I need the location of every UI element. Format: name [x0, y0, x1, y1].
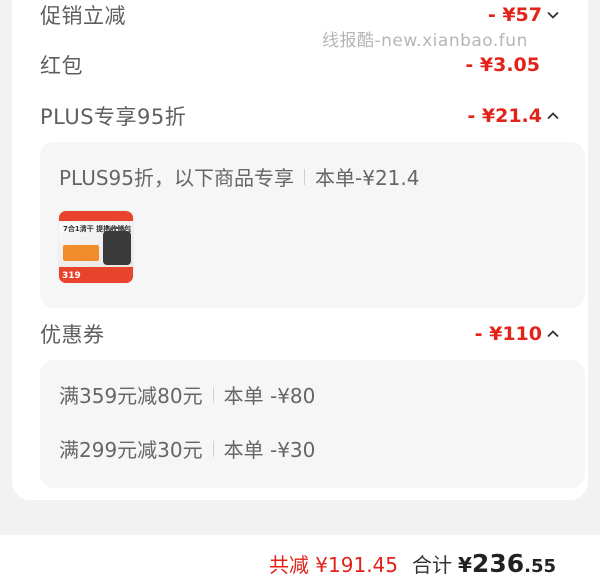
chevron-up-icon[interactable]	[546, 109, 560, 123]
plus-panel: PLUS95折，以下商品专享 本单-¥21.4 7合1清干 提携收储包 319	[40, 142, 585, 308]
total-label: 合计	[412, 553, 452, 577]
plus-panel-line: PLUS95折，以下商品专享 本单-¥21.4	[59, 162, 419, 191]
redpacket-label: 红包	[40, 54, 83, 78]
chevron-up-icon[interactable]	[546, 327, 560, 341]
promo-label: 促销立减	[40, 4, 126, 28]
coupon-saving: 本单 -¥80	[223, 384, 316, 408]
divider	[212, 386, 214, 403]
divider	[304, 168, 305, 185]
coupon-label: 优惠券	[40, 323, 105, 347]
coupon-panel: 满359元减80元 本单 -¥80 满299元减30元 本单 -¥30	[40, 360, 585, 488]
coupon-rule: 满359元减80元	[59, 384, 203, 408]
total-currency: ¥	[458, 553, 472, 577]
total-summary: 共减 ¥191.45 合计 ¥ 236 .55	[269, 549, 556, 578]
coupon-item[interactable]: 满359元减80元 本单 -¥80	[59, 380, 315, 409]
discount-card: 促销立减 - ¥57 红包 - ¥3.05 线报酷-new.xianbao.fu…	[12, 0, 588, 500]
plus-label: PLUS专享95折	[40, 105, 187, 129]
redpacket-amount: - ¥3.05	[465, 54, 540, 76]
plus-row[interactable]: PLUS专享95折 - ¥21.4	[40, 98, 560, 134]
thumb-promo-box	[63, 245, 99, 261]
divider	[212, 440, 214, 457]
coupon-amount[interactable]: - ¥110	[475, 323, 560, 345]
coupon-row[interactable]: 优惠券 - ¥110	[40, 316, 560, 352]
promo-amount[interactable]: - ¥57	[488, 4, 560, 26]
plus-amount-value: - ¥21.4	[467, 105, 542, 127]
product-thumbnail[interactable]: 7合1清干 提携收储包 319	[58, 210, 134, 284]
watermark: 线报酷-new.xianbao.fun	[322, 31, 528, 51]
coupon-saving: 本单 -¥30	[223, 438, 316, 462]
plus-panel-desc: PLUS95折，以下商品专享	[59, 166, 294, 190]
total-saved[interactable]: 共减 ¥191.45	[269, 549, 398, 578]
thumb-header-bar	[59, 211, 133, 221]
coupon-amount-value: - ¥110	[474, 323, 542, 345]
coupon-item[interactable]: 满299元减30元 本单 -¥30	[59, 434, 315, 463]
chevron-down-icon[interactable]	[546, 8, 560, 22]
plus-amount[interactable]: - ¥21.4	[467, 105, 560, 127]
bag-icon	[103, 231, 131, 265]
total-decimal: .55	[524, 556, 556, 577]
plus-panel-saving: 本单-¥21.4	[315, 166, 420, 190]
coupon-rule: 满299元减30元	[59, 438, 203, 462]
footer-summary: 共减 ¥191.45 合计 ¥ 236 .55	[0, 535, 600, 581]
total-integer: 236	[471, 549, 525, 578]
promo-amount-value: - ¥57	[487, 4, 542, 26]
redpacket-row[interactable]: 红包 - ¥3.05	[40, 47, 560, 83]
thumb-price: 319	[62, 271, 81, 281]
